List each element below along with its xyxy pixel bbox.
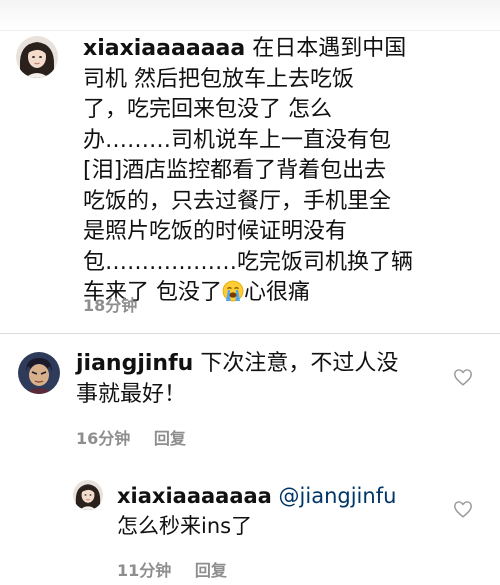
crying-emoji-icon bbox=[222, 280, 244, 302]
comment-time: 16分钟 bbox=[76, 429, 131, 448]
top-bar bbox=[0, 0, 500, 31]
comment-meta: 16分钟 回复 bbox=[76, 425, 204, 449]
like-button[interactable] bbox=[452, 366, 474, 388]
comment-divider bbox=[0, 333, 500, 334]
heart-icon bbox=[454, 501, 472, 518]
avatar-xiaxiaaaaaaa[interactable] bbox=[16, 36, 58, 78]
comment-text: 在日本遇到中国 司机 然后把包放车上去吃饭 了，吃完回来包没了 怎么 办………司… bbox=[83, 36, 414, 305]
reply-button[interactable]: 回复 bbox=[195, 561, 227, 580]
comment-meta: 11分钟 回复 bbox=[117, 557, 245, 581]
mention-link[interactable]: @jiangjinfu bbox=[272, 484, 397, 508]
reply-button[interactable]: 回复 bbox=[154, 429, 186, 448]
comment-time: 18分钟 bbox=[83, 296, 138, 315]
avatar-photo-icon bbox=[16, 36, 58, 78]
avatar-photo-icon bbox=[73, 480, 103, 510]
comment-time: 11分钟 bbox=[117, 561, 172, 580]
comment-username[interactable]: xiaxiaaaaaaa bbox=[117, 484, 272, 508]
comment-body: xiaxiaaaaaaa 在日本遇到中国 司机 然后把包放车上去吃饭 了，吃完回… bbox=[83, 34, 493, 309]
comment-username[interactable]: jiangjinfu bbox=[76, 351, 193, 376]
heart-icon bbox=[454, 369, 472, 386]
avatar-jiangjinfu[interactable] bbox=[18, 352, 60, 394]
comment-text: 怎么秒来ins了 bbox=[117, 514, 253, 538]
comment-meta: 18分钟 bbox=[83, 292, 155, 316]
comment-body: jiangjinfu 下次注意，不过人没 事就最好！ bbox=[76, 349, 441, 410]
like-button[interactable] bbox=[452, 498, 474, 520]
comment-username[interactable]: xiaxiaaaaaaa bbox=[83, 36, 245, 61]
avatar-xiaxiaaaaaaa[interactable] bbox=[73, 480, 103, 510]
comment-text-end: 心很痛 bbox=[244, 280, 311, 305]
avatar-cartoon-icon bbox=[18, 352, 60, 394]
comment-body: xiaxiaaaaaaa @jiangjinfu 怎么秒来ins了 bbox=[117, 481, 447, 541]
